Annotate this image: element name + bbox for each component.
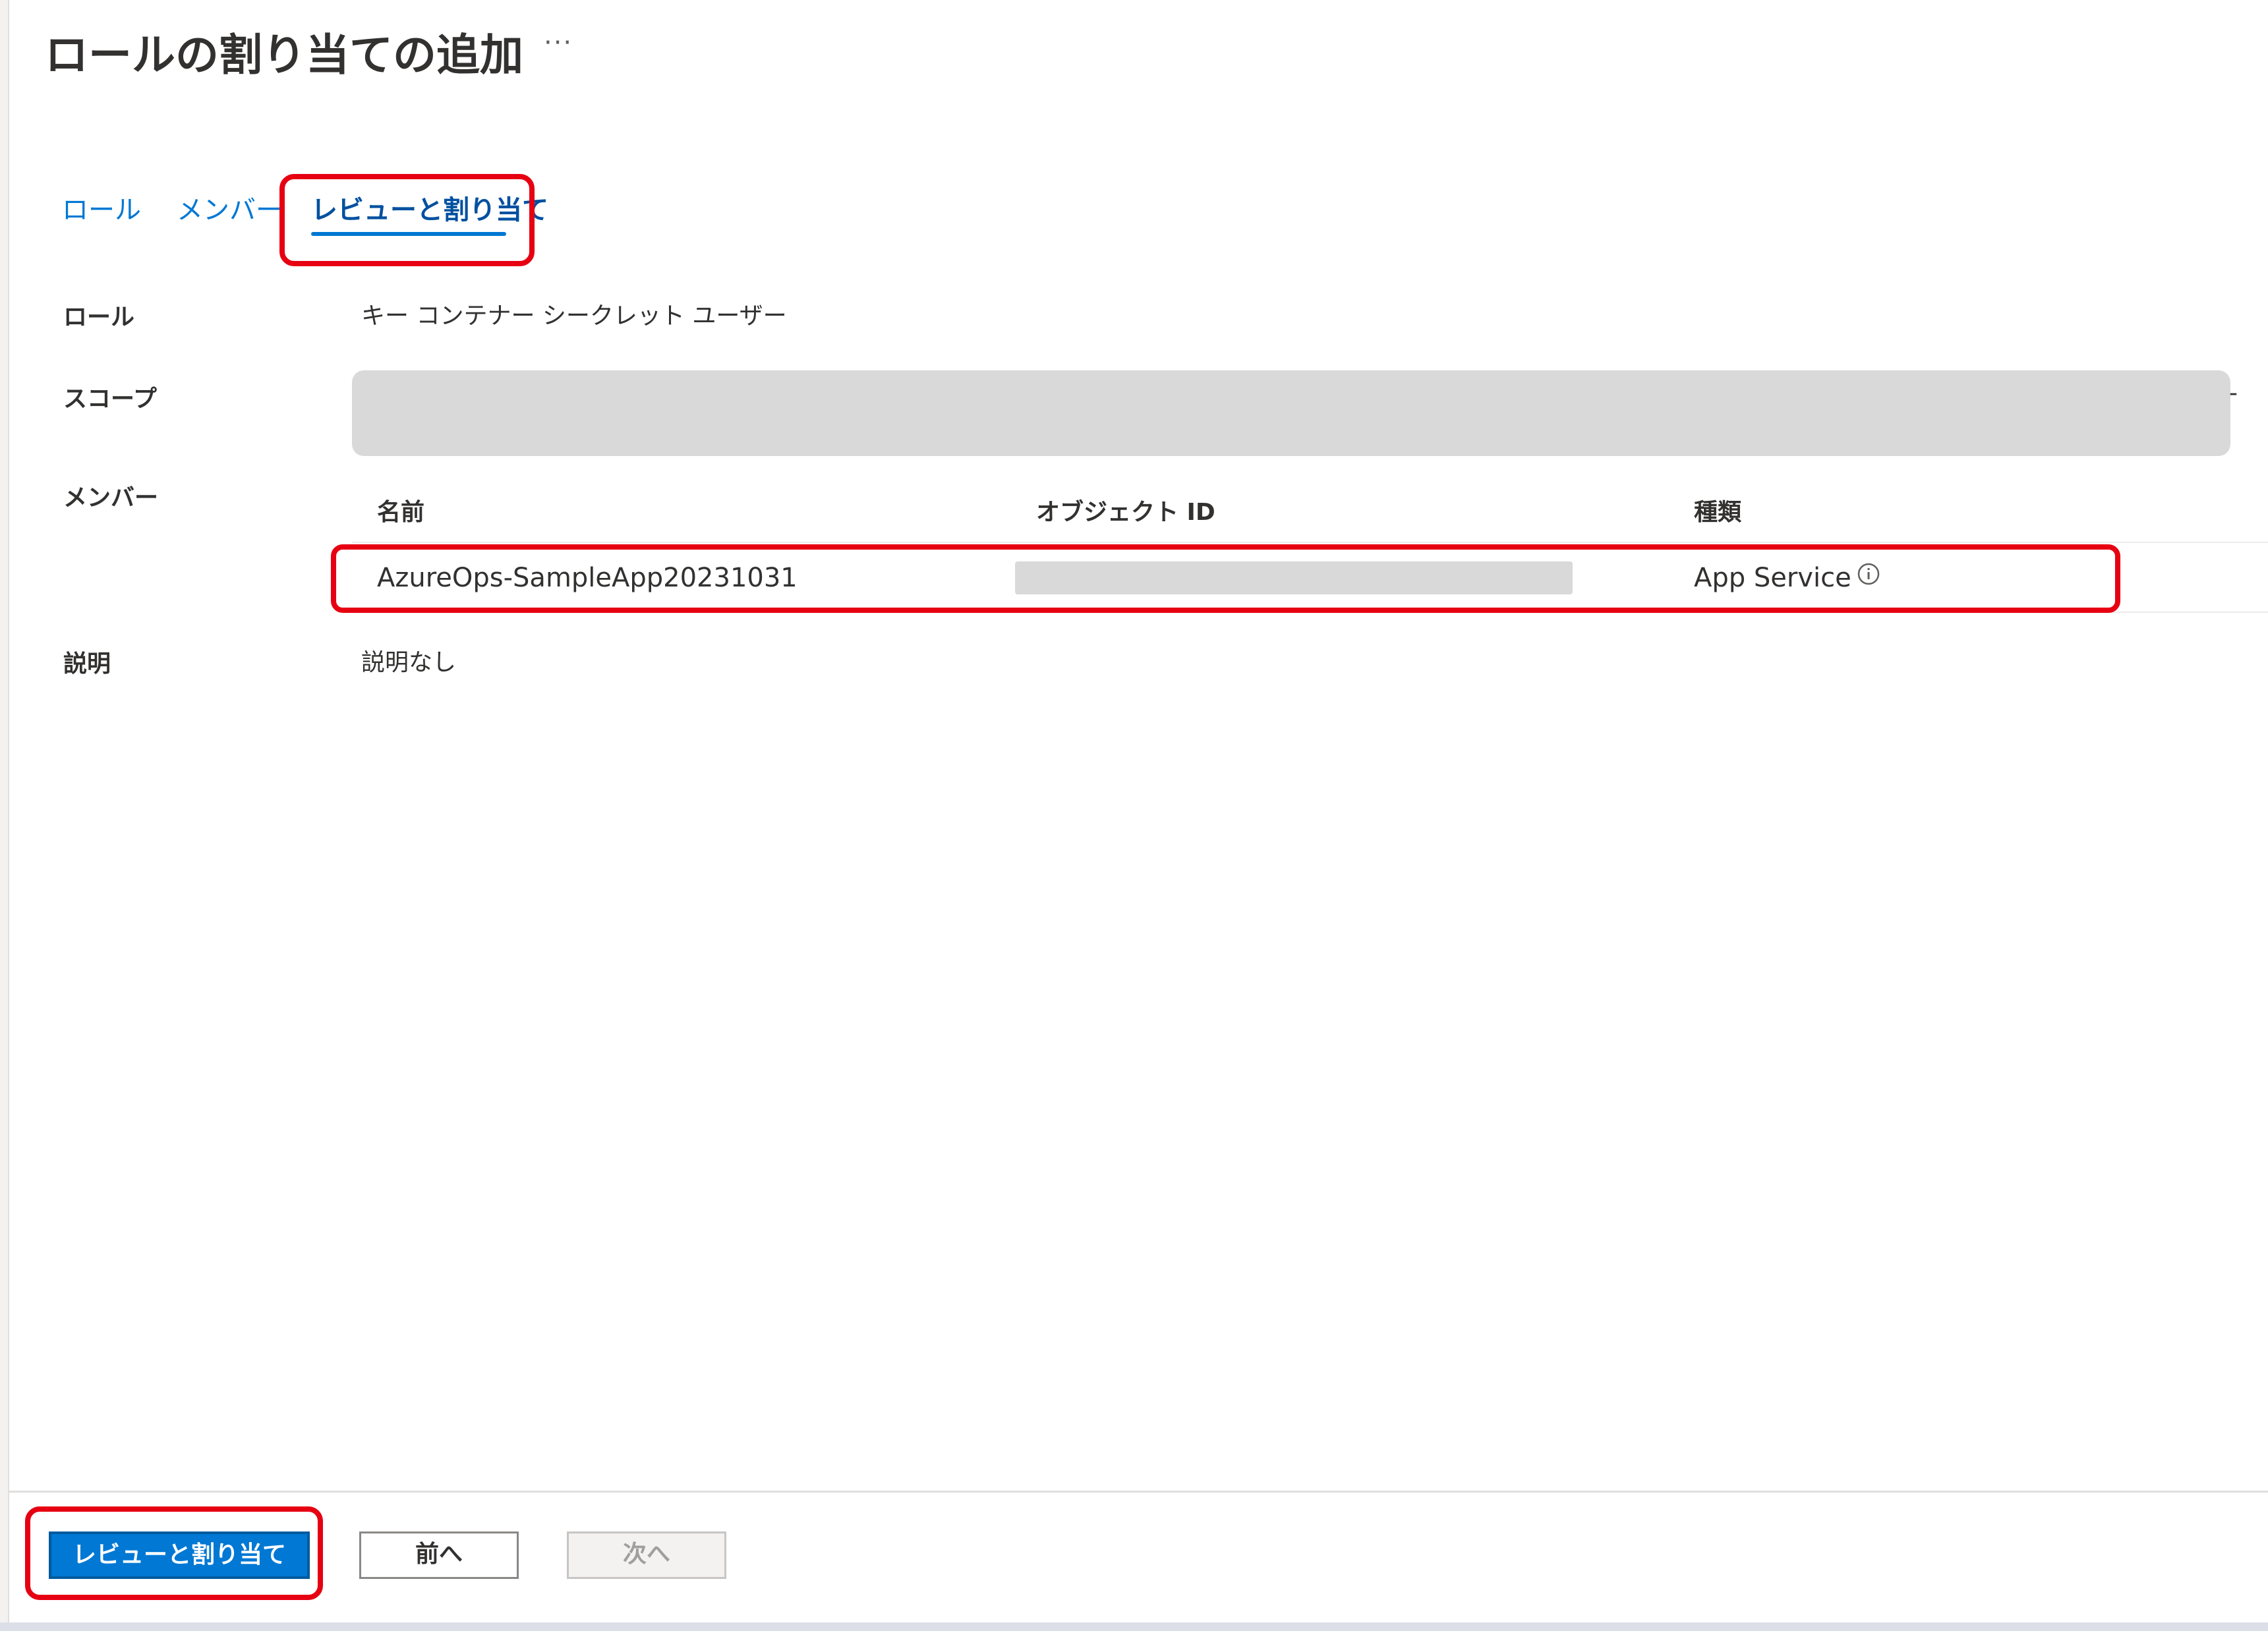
scope-label: スコープ bbox=[63, 386, 157, 413]
tab-members[interactable]: メンバー bbox=[177, 188, 282, 227]
tab-roles[interactable]: ロール bbox=[62, 188, 141, 227]
column-header-name: 名前 bbox=[377, 499, 425, 526]
description-value: 説明なし bbox=[361, 649, 457, 676]
next-button[interactable]: 次へ bbox=[567, 1531, 726, 1579]
more-options-icon[interactable]: ··· bbox=[544, 28, 573, 58]
scope-value-tail: - bbox=[2229, 380, 2238, 407]
members-label: メンバー bbox=[63, 484, 159, 511]
highlight-box-button bbox=[25, 1506, 323, 1600]
role-label: ロール bbox=[63, 304, 135, 331]
panel-left-border bbox=[0, 0, 9, 1631]
column-header-object-id: オブジェクト ID bbox=[1036, 499, 1215, 526]
role-value: キー コンテナー シークレット ユーザー bbox=[361, 302, 787, 329]
scope-value-redacted bbox=[352, 370, 2230, 456]
highlight-box-member-row bbox=[331, 544, 2120, 613]
description-label: 説明 bbox=[63, 650, 111, 677]
highlight-box-tab bbox=[279, 174, 535, 266]
footer-divider bbox=[8, 1491, 2268, 1493]
window-bottom-edge bbox=[0, 1622, 2268, 1631]
table-row-divider bbox=[352, 542, 2268, 543]
page-title: ロールの割り当ての追加 bbox=[45, 30, 523, 80]
previous-button[interactable]: 前へ bbox=[359, 1531, 519, 1579]
column-header-type: 種類 bbox=[1694, 499, 1742, 526]
